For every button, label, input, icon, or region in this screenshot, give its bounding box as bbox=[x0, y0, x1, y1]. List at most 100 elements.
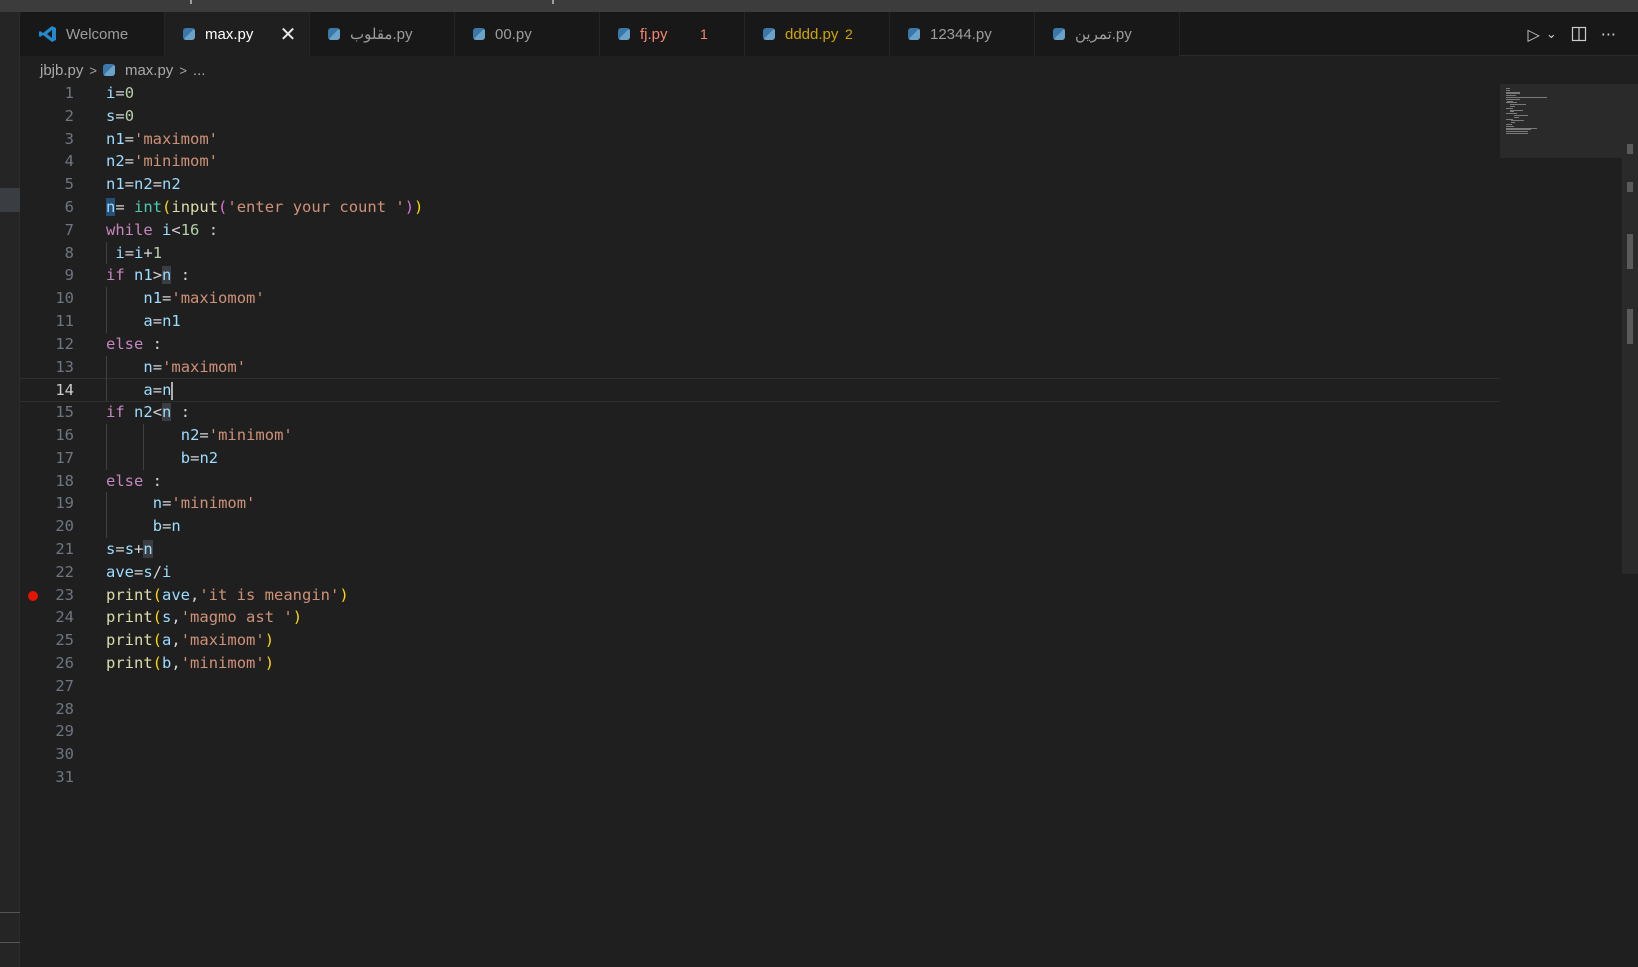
code-text: n= int(input('enter your count ')) bbox=[106, 198, 424, 216]
code-line[interactable]: 5 n1=n2=n2 bbox=[20, 173, 1500, 197]
code-line[interactable]: 15 if n2<n : bbox=[20, 401, 1500, 425]
scrollbar-marker bbox=[1627, 144, 1633, 154]
editor-actions: ▷ ⌄ ··· bbox=[1528, 12, 1638, 56]
code-line[interactable]: 19 n='minimom' bbox=[20, 492, 1500, 516]
code-line[interactable]: 4 n2='minimom' bbox=[20, 150, 1500, 174]
tab-tamrin-py[interactable]: تمرين.py bbox=[1035, 12, 1180, 56]
code-line[interactable]: 6 n= int(input('enter your count ')) bbox=[20, 196, 1500, 220]
code-line[interactable]: 22 ave=s/i bbox=[20, 561, 1500, 585]
line-number: 29 bbox=[55, 722, 74, 741]
line-number: 27 bbox=[55, 676, 74, 695]
line-number: 31 bbox=[55, 768, 74, 786]
code-line[interactable]: 9 if n1>n : bbox=[20, 264, 1500, 288]
breadcrumb-symbols[interactable]: ... bbox=[193, 62, 206, 79]
code-line[interactable]: 21 s=s+n bbox=[20, 538, 1500, 562]
breadcrumb-file[interactable]: max.py bbox=[125, 62, 173, 79]
indent-guide bbox=[106, 355, 107, 402]
vertical-scrollbar[interactable] bbox=[1622, 84, 1638, 574]
code-line[interactable]: 7 while i<16 : bbox=[20, 219, 1500, 243]
code-text: if n1>n : bbox=[106, 266, 191, 285]
code-text: print(s,'magmo ast ') bbox=[106, 608, 303, 627]
code-text: print(ave,'it is meangin') bbox=[106, 585, 349, 604]
tab-welcome[interactable]: Welcome bbox=[20, 12, 165, 56]
tab-label: dddd.py bbox=[785, 25, 839, 43]
more-actions-icon[interactable]: ··· bbox=[1601, 25, 1616, 44]
code-line[interactable]: 1 i=0 bbox=[20, 82, 1500, 106]
tab-12344-py[interactable]: 12344.py bbox=[890, 12, 1035, 56]
scrollbar-marker bbox=[1627, 234, 1633, 269]
text-cursor bbox=[171, 381, 174, 400]
problem-count-badge: 1 bbox=[700, 26, 708, 42]
chevron-down-icon[interactable]: ⌄ bbox=[1546, 27, 1557, 42]
code-text: n='maximom' bbox=[143, 357, 247, 376]
vscode-icon bbox=[39, 26, 56, 42]
line-number: 16 bbox=[55, 426, 74, 444]
code-text: i=0 bbox=[106, 84, 135, 102]
split-editor-icon[interactable] bbox=[1571, 26, 1587, 42]
run-icon[interactable]: ▷ bbox=[1528, 25, 1540, 44]
code-text: while i<16 : bbox=[106, 220, 219, 239]
line-number: 12 bbox=[55, 334, 74, 353]
line-number: 9 bbox=[64, 266, 74, 285]
code-text: print(b,'minimom') bbox=[106, 654, 275, 672]
line-number: 7 bbox=[64, 220, 74, 239]
tab-maqloub-py[interactable]: مقلوب.py bbox=[310, 12, 455, 56]
code-line[interactable]: 25 print(a,'maximom') bbox=[20, 629, 1500, 653]
code-line[interactable]: 23 print(ave,'it is meangin') bbox=[20, 584, 1500, 608]
line-number: 1 bbox=[64, 84, 74, 102]
title-bar-mark bbox=[552, 0, 554, 4]
code-line[interactable]: 18 else : bbox=[20, 470, 1500, 494]
code-editor[interactable]: 1 i=0 2 s=0 3 n1='maximom' 4 n2='minimom' 5 n1=n2… bbox=[20, 82, 1500, 967]
code-line[interactable]: 2 s=0 bbox=[20, 105, 1500, 129]
line-number: 10 bbox=[55, 289, 74, 308]
indent-guide bbox=[143, 424, 144, 470]
activity-divider bbox=[0, 942, 20, 943]
code-text: n='minimom' bbox=[152, 494, 256, 513]
code-text: print(a,'maximom') bbox=[106, 631, 275, 650]
breakpoint-icon[interactable] bbox=[28, 590, 38, 601]
tab-max-py[interactable]: max.py ✕ bbox=[165, 12, 310, 56]
code-line[interactable]: 3 n1='maximom' bbox=[20, 128, 1500, 152]
tab-label: تمرين.py bbox=[1075, 26, 1132, 43]
minimap[interactable] bbox=[1500, 84, 1624, 158]
code-line[interactable]: 31 bbox=[20, 766, 1500, 790]
line-number: 6 bbox=[64, 198, 74, 216]
indent-guide bbox=[106, 424, 107, 470]
code-line[interactable]: 30 bbox=[20, 743, 1500, 767]
code-line[interactable]: 28 bbox=[20, 698, 1500, 722]
python-icon bbox=[618, 28, 630, 40]
code-text: s=0 bbox=[106, 106, 135, 125]
minimap-line bbox=[1506, 133, 1528, 134]
breadcrumb-folder[interactable]: jbjb.py bbox=[40, 62, 83, 79]
code-line[interactable]: 24 print(s,'magmo ast ') bbox=[20, 606, 1500, 630]
code-line[interactable]: 17 b=n2 bbox=[20, 447, 1500, 471]
python-icon bbox=[908, 28, 920, 40]
code-line[interactable]: 27 bbox=[20, 675, 1500, 699]
tab-dddd-py[interactable]: dddd.py 2 bbox=[745, 12, 890, 56]
code-line[interactable]: 16 n2='minimom' bbox=[20, 424, 1500, 448]
code-line[interactable]: 8 i=i+1 bbox=[20, 242, 1500, 266]
code-line[interactable]: 14 a=n bbox=[20, 378, 1500, 403]
line-number: 4 bbox=[64, 152, 74, 171]
line-number: 25 bbox=[55, 631, 74, 650]
code-line[interactable]: 29 bbox=[20, 720, 1500, 744]
tab-label: max.py bbox=[205, 25, 254, 43]
code-line[interactable]: 26 print(b,'minimom') bbox=[20, 652, 1500, 676]
code-line[interactable]: 13 n='maximom' bbox=[20, 356, 1500, 380]
code-line[interactable]: 11 a=n1 bbox=[20, 310, 1500, 334]
code-line[interactable]: 10 n1='maxiomom' bbox=[20, 287, 1500, 311]
close-icon[interactable]: ✕ bbox=[277, 22, 299, 47]
problem-count-badge: 2 bbox=[845, 26, 853, 42]
tab-label: مقلوب.py bbox=[350, 26, 413, 43]
code-line[interactable]: 20 b=n bbox=[20, 515, 1500, 539]
breadcrumb-separator: > bbox=[89, 62, 97, 78]
tab-label: 00.py bbox=[495, 25, 532, 43]
tab-00-py[interactable]: 00.py bbox=[455, 12, 600, 56]
python-icon bbox=[102, 64, 115, 76]
line-number: 15 bbox=[55, 403, 74, 422]
line-number: 8 bbox=[64, 243, 74, 262]
code-line[interactable]: 12 else : bbox=[20, 333, 1500, 357]
line-number: 24 bbox=[55, 608, 74, 627]
tab-fj-py[interactable]: fj.py 1 bbox=[600, 12, 745, 56]
code-text: ave=s/i bbox=[106, 562, 172, 581]
